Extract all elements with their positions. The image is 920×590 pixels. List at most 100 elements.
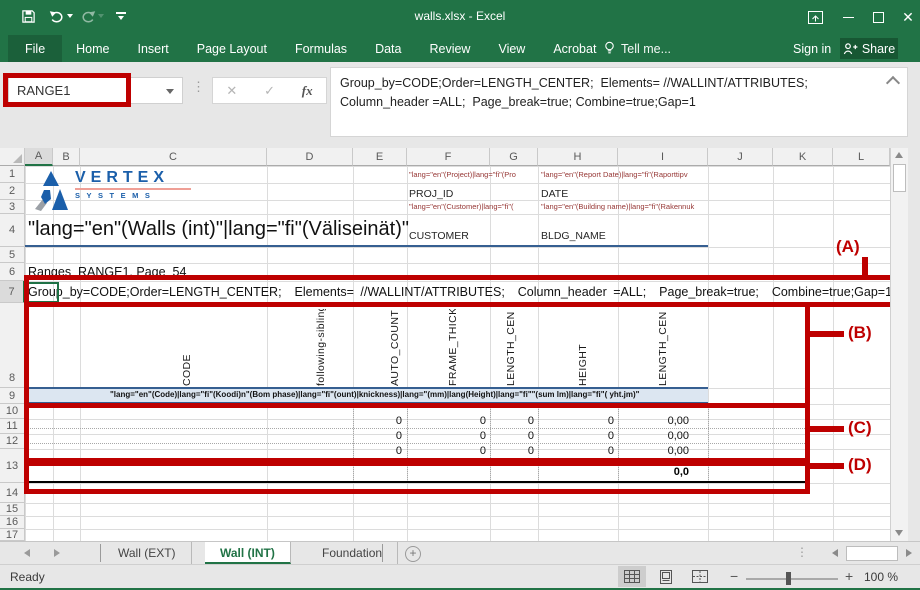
select-all-button[interactable] bbox=[0, 148, 25, 166]
formula-line-2: Column_header =ALL; Page_break=true; Com… bbox=[340, 95, 696, 109]
row-header-3[interactable]: 3 bbox=[0, 200, 25, 214]
logo-triangle-icon bbox=[34, 169, 70, 212]
tell-me-label: Tell me... bbox=[621, 42, 671, 56]
close-button[interactable]: ✕ bbox=[893, 0, 920, 35]
tab-divider-2 bbox=[382, 544, 383, 562]
enter-icon[interactable]: ✓ bbox=[264, 83, 275, 99]
column-header-l[interactable]: L bbox=[833, 148, 890, 166]
insert-function-icon[interactable]: fx bbox=[302, 83, 313, 99]
row-header-5[interactable]: 5 bbox=[0, 247, 25, 263]
row-header-13[interactable]: 13 bbox=[0, 449, 25, 483]
ribbon-tab-home[interactable]: Home bbox=[62, 35, 123, 62]
row-header-9[interactable]: 9 bbox=[0, 388, 25, 404]
row-header-7[interactable]: 7 bbox=[0, 281, 25, 303]
ribbon-tab-page-layout[interactable]: Page Layout bbox=[183, 35, 281, 62]
column-header-b[interactable]: B bbox=[53, 148, 80, 166]
sheet-tab-wall-int[interactable]: Wall (INT) bbox=[205, 542, 291, 564]
column-header-f[interactable]: F bbox=[407, 148, 490, 166]
select-all-triangle-icon bbox=[13, 154, 22, 163]
name-box-dropdown-icon[interactable] bbox=[166, 89, 174, 94]
sheet-tab-wall-ext[interactable]: Wall (EXT) bbox=[103, 542, 192, 564]
cell-h4: BLDG_NAME bbox=[541, 230, 606, 242]
annotation-connector-c bbox=[810, 426, 844, 432]
scroll-up-icon[interactable] bbox=[895, 152, 903, 158]
ribbon-tab-bar: FileHomeInsertPage LayoutFormulasDataRev… bbox=[0, 35, 920, 62]
page-break-preview-icon[interactable] bbox=[686, 566, 714, 587]
sheet-tab-foundation[interactable]: Foundation bbox=[307, 542, 398, 564]
column-header-g[interactable]: G bbox=[490, 148, 538, 166]
column-header-e[interactable]: E bbox=[353, 148, 407, 166]
zoom-level[interactable]: 100 % bbox=[864, 570, 898, 584]
annotation-connector-a bbox=[862, 257, 868, 277]
share-label: Share bbox=[862, 42, 895, 56]
column-header-k[interactable]: K bbox=[773, 148, 833, 166]
row-header-16[interactable]: 16 bbox=[0, 516, 25, 529]
row-header-15[interactable]: 15 bbox=[0, 503, 25, 516]
row-header-4[interactable]: 4 bbox=[0, 214, 25, 247]
formula-bar-separator: ⋮ bbox=[192, 79, 205, 95]
lightbulb-icon bbox=[604, 41, 615, 56]
logo-brand-text: VERTEX bbox=[75, 169, 191, 187]
hscroll-left-icon[interactable] bbox=[832, 549, 838, 557]
scrollbar-resize-dots[interactable]: ⋮ bbox=[796, 545, 808, 559]
ribbon-tab-insert[interactable]: Insert bbox=[124, 35, 183, 62]
ribbon-tab-review[interactable]: Review bbox=[415, 35, 484, 62]
page-layout-view-icon[interactable] bbox=[652, 566, 680, 587]
row-header-6[interactable]: 6 bbox=[0, 263, 25, 281]
row-header-17[interactable]: 17 bbox=[0, 529, 25, 541]
cell-a4-title: "lang="en"(Walls (int)"|lang="fi"(Välise… bbox=[28, 218, 409, 241]
column-header-c[interactable]: C bbox=[80, 148, 267, 166]
grid-line-h bbox=[25, 214, 890, 215]
row-header-14[interactable]: 14 bbox=[0, 483, 25, 503]
new-sheet-icon[interactable]: + bbox=[405, 546, 421, 562]
right-edge-strip bbox=[908, 140, 920, 588]
grid-line-h bbox=[25, 166, 890, 167]
ribbon-tab-acrobat[interactable]: Acrobat bbox=[539, 35, 610, 62]
zoom-slider-track[interactable] bbox=[746, 578, 838, 580]
column-header-h[interactable]: H bbox=[538, 148, 618, 166]
sheet-nav-right-icon[interactable] bbox=[54, 549, 60, 557]
logo-brand-subtext: SYSTEMS bbox=[75, 191, 191, 200]
share-button[interactable]: Share bbox=[840, 38, 898, 59]
sign-in-button[interactable]: Sign in bbox=[793, 35, 831, 62]
zoom-slider-thumb[interactable] bbox=[786, 572, 791, 585]
row-header-1[interactable]: 1 bbox=[0, 166, 25, 183]
annotation-label-a: (A) bbox=[836, 237, 860, 257]
column-header-a[interactable]: A bbox=[25, 148, 53, 166]
hscroll-right-icon[interactable] bbox=[906, 549, 912, 557]
row-header-10[interactable]: 10 bbox=[0, 404, 25, 419]
scroll-down-icon[interactable] bbox=[895, 530, 903, 536]
zoom-out-icon[interactable]: − bbox=[730, 568, 738, 584]
cell-h2: DATE bbox=[541, 188, 568, 200]
row-header-2[interactable]: 2 bbox=[0, 183, 25, 200]
row4-bottom-border bbox=[25, 245, 708, 247]
ribbon-tab-file[interactable]: File bbox=[8, 35, 62, 62]
normal-view-icon[interactable] bbox=[618, 566, 646, 587]
maximize-button[interactable] bbox=[863, 0, 893, 35]
ribbon-tab-data[interactable]: Data bbox=[361, 35, 415, 62]
cell-f4: CUSTOMER bbox=[409, 230, 469, 242]
formula-input[interactable]: Group_by=CODE;Order=LENGTH_CENTER; Eleme… bbox=[330, 67, 908, 137]
column-header-j[interactable]: J bbox=[708, 148, 773, 166]
column-header-d[interactable]: D bbox=[267, 148, 353, 166]
window-title: walls.xlsx - Excel bbox=[0, 9, 920, 23]
row-header-8[interactable]: 8 bbox=[0, 303, 25, 388]
row-header-12[interactable]: 12 bbox=[0, 434, 25, 449]
ribbon-display-options-icon[interactable] bbox=[800, 0, 830, 35]
zoom-in-icon[interactable]: + bbox=[845, 568, 853, 584]
status-bar: Ready − + 100 % bbox=[0, 564, 920, 588]
cell-f2: PROJ_ID bbox=[409, 188, 453, 200]
column-header-i[interactable]: I bbox=[618, 148, 708, 166]
formula-buttons: ✕ ✓ fx bbox=[212, 77, 327, 104]
cancel-icon[interactable]: ✕ bbox=[226, 83, 237, 99]
vertical-scroll-thumb[interactable] bbox=[893, 164, 906, 192]
row-header-11[interactable]: 11 bbox=[0, 419, 25, 434]
annotation-box-namebox bbox=[3, 73, 131, 107]
minimize-button[interactable] bbox=[833, 0, 863, 35]
vertical-scrollbar[interactable] bbox=[890, 148, 908, 541]
horizontal-scroll-thumb[interactable] bbox=[846, 546, 898, 561]
ribbon-tab-view[interactable]: View bbox=[484, 35, 539, 62]
tell-me-box[interactable]: Tell me... bbox=[604, 35, 671, 62]
sheet-nav-left-icon[interactable] bbox=[24, 549, 30, 557]
ribbon-tab-formulas[interactable]: Formulas bbox=[281, 35, 361, 62]
